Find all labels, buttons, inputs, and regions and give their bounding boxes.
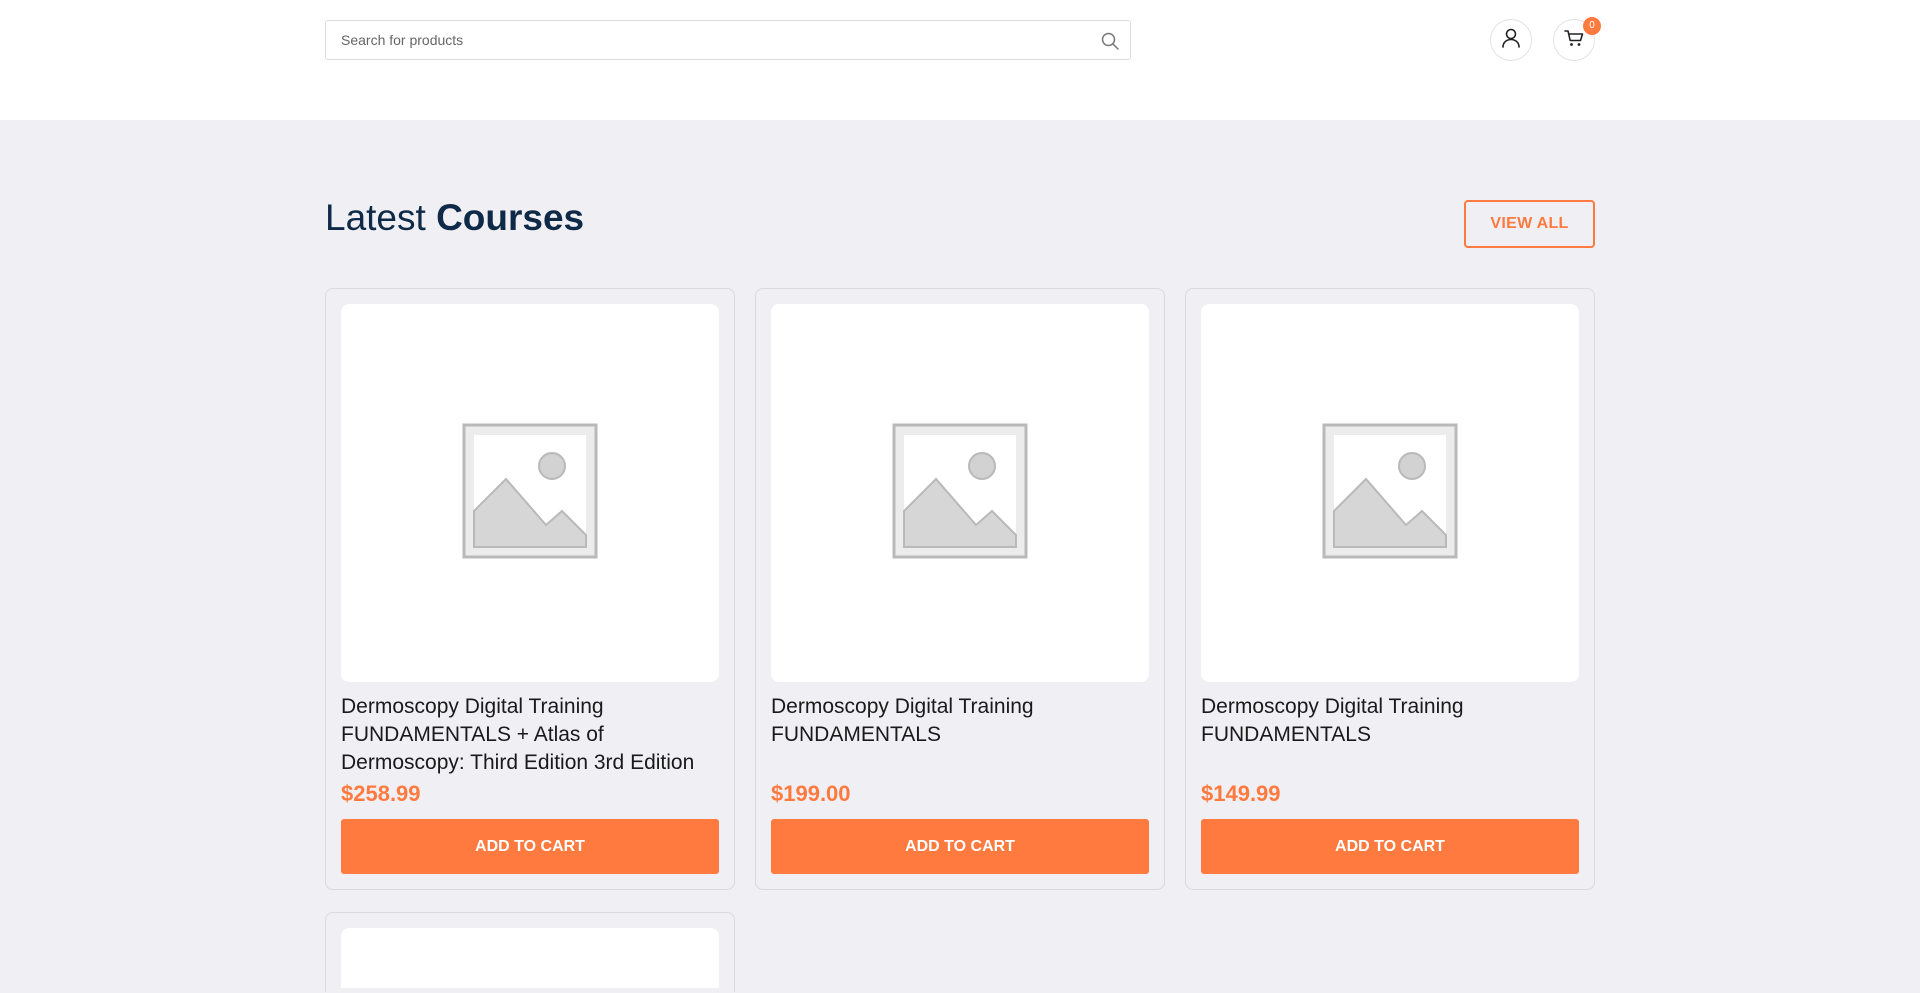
section-title: Latest Courses [325, 197, 584, 239]
product-card-partial [325, 912, 735, 992]
product-image[interactable] [1201, 304, 1579, 682]
site-header: 0 [0, 0, 1920, 120]
product-card: Dermoscopy Digital Training FUNDAMENTALS… [325, 288, 735, 890]
add-to-cart-button[interactable]: ADD TO CART [771, 819, 1149, 874]
view-all-button[interactable]: VIEW ALL [1464, 200, 1595, 248]
product-image[interactable] [771, 304, 1149, 682]
account-button[interactable] [1490, 19, 1532, 61]
product-card: Dermoscopy Digital Training FUNDAMENTALS… [755, 288, 1165, 890]
add-to-cart-button[interactable]: ADD TO CART [341, 819, 719, 874]
add-to-cart-button[interactable]: ADD TO CART [1201, 819, 1579, 874]
image-placeholder-icon [460, 421, 600, 566]
image-placeholder-icon [1320, 421, 1460, 566]
cart-icon [1563, 27, 1585, 54]
section-title-light: Latest [325, 197, 437, 238]
product-image[interactable] [341, 928, 719, 988]
user-icon [1500, 27, 1522, 54]
section-title-bold: Courses [436, 197, 585, 238]
product-price: $199.00 [771, 781, 851, 806]
product-title[interactable]: Dermoscopy Digital Training FUNDAMENTALS… [341, 693, 726, 777]
search-icon[interactable] [1100, 31, 1120, 51]
product-price: $258.99 [341, 781, 421, 806]
search-input[interactable] [326, 21, 1066, 59]
cart-count-badge: 0 [1583, 17, 1601, 35]
product-image[interactable] [341, 304, 719, 682]
product-title[interactable]: Dermoscopy Digital Training FUNDAMENTALS [771, 693, 1156, 749]
image-placeholder-icon [890, 421, 1030, 566]
product-card: Dermoscopy Digital Training FUNDAMENTALS… [1185, 288, 1595, 890]
search-bar [325, 20, 1131, 60]
product-title[interactable]: Dermoscopy Digital Training FUNDAMENTALS [1201, 693, 1586, 749]
product-price: $149.99 [1201, 781, 1281, 806]
